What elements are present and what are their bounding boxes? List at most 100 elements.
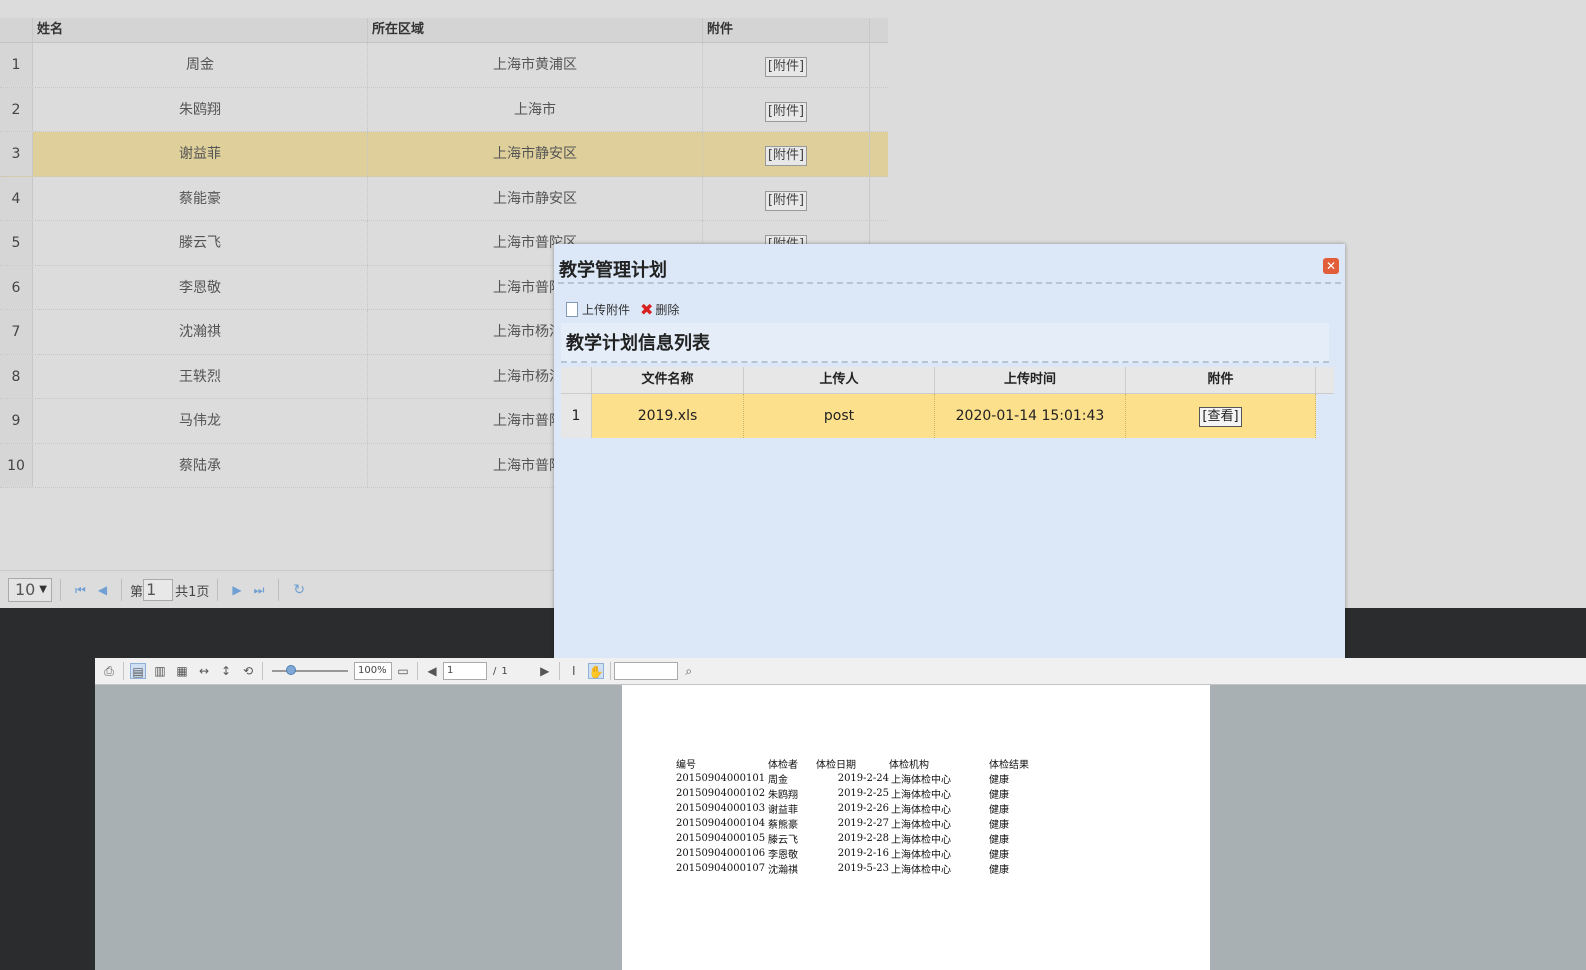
plan-header-time[interactable]: 上传时间 <box>935 367 1126 393</box>
pdf-cell-result: 健康 <box>989 775 1009 786</box>
pdf-cell-person: 朱鸥翔 <box>768 790 798 801</box>
row-number: 7 <box>0 310 33 354</box>
view-attachment-button[interactable]: [查看] <box>1199 407 1242 427</box>
divider <box>278 579 280 601</box>
page-separator: / <box>493 665 497 677</box>
table-row[interactable]: 1 2019.xls post 2020-01-14 15:01:43 [查看] <box>561 394 1334 438</box>
name-cell: 周金 <box>33 43 368 87</box>
pdf-cell-id: 20150904000105 <box>676 833 766 844</box>
page-size-select[interactable]: 10 ▼ <box>8 578 52 602</box>
divider <box>123 662 124 680</box>
pdf-toolbar: ⎙ ▤ ▥ ▦ ↔ ↕ ⟲ 100% ▭ ◀ 1 / 1 ▶ I ✋ ⌕ <box>95 658 1586 685</box>
zoom-slider[interactable] <box>272 665 348 675</box>
attachment-cell: [附件] <box>703 87 870 131</box>
name-cell: 谢益菲 <box>33 132 368 176</box>
page-number-input[interactable]: 1 <box>143 579 174 601</box>
search-icon[interactable]: ⌕ <box>681 663 697 679</box>
prev-page-icon[interactable]: ◀ <box>98 583 107 597</box>
pdf-cell-date: 2019-5-23 <box>837 863 889 874</box>
page-total: 1 <box>501 665 508 677</box>
plan-header-attachment[interactable]: 附件 <box>1126 367 1316 393</box>
fit-height-icon[interactable]: ↕ <box>218 663 234 679</box>
row-number: 6 <box>0 265 33 309</box>
attachment-button[interactable]: [附件] <box>764 146 808 166</box>
attachment-button[interactable]: [附件] <box>764 101 808 122</box>
pdf-table-header: 编号 体检者 体检日期 体检机构 体检结果 <box>676 756 1029 771</box>
pdf-cell-date: 2019-2-25 <box>837 788 889 799</box>
next-page-icon[interactable]: ▶ <box>537 663 553 679</box>
dialog-titlebar[interactable]: 教学管理计划 ✕ <box>558 244 1341 284</box>
table-row[interactable]: 3 谢益菲 上海市静安区 [附件] <box>0 132 888 177</box>
refresh-icon[interactable]: ↻ <box>293 582 305 598</box>
zoom-slider-handle[interactable] <box>286 665 296 675</box>
grid-header: 姓名 所在区域 附件 <box>0 18 888 43</box>
pdf-cell-person: 周金 <box>768 775 788 786</box>
table-row[interactable]: 1 周金 上海市黄浦区 [附件] <box>0 43 888 88</box>
plan-header-uploader[interactable]: 上传人 <box>744 367 935 393</box>
table-row[interactable]: 4 蔡能豪 上海市静安区 [附件] <box>0 176 888 221</box>
pdf-search-input[interactable] <box>613 662 678 680</box>
pdf-cell-institution: 上海体检中心 <box>891 775 951 786</box>
grid-header-region[interactable]: 所在区域 <box>368 18 703 42</box>
close-icon[interactable]: ✕ <box>1323 258 1339 274</box>
rotate-page-icon[interactable]: ⟲ <box>240 663 256 679</box>
prev-page-icon[interactable]: ◀ <box>424 663 440 679</box>
pdf-cell-result: 健康 <box>989 790 1009 801</box>
pdf-cell-person: 蔡熊豪 <box>768 820 798 831</box>
plan-dialog: 教学管理计划 ✕ 上传附件 ✖ 删除 教学计划信息列表 文件名称 上传人 上传时… <box>554 244 1345 664</box>
pdf-cell-result: 健康 <box>989 835 1009 846</box>
pdf-cell-person: 沈瀚祺 <box>768 865 798 876</box>
fit-width-icon[interactable]: ↔ <box>196 663 212 679</box>
last-page-icon[interactable]: ⏭ <box>254 583 265 598</box>
pdf-report-table: 编号 体检者 体检日期 体检机构 体检结果 20150904000101 周金 20… <box>676 756 1029 876</box>
row-number: 10 <box>0 443 33 487</box>
hand-tool-icon[interactable]: ✋ <box>587 663 604 679</box>
pdf-cell-person: 谢益菲 <box>768 805 798 816</box>
plan-list-panel: 教学计划信息列表 文件名称 上传人 上传时间 附件 1 2019.xls pos… <box>561 323 1335 633</box>
zoom-input[interactable]: 100% <box>354 662 392 680</box>
divider <box>121 579 123 601</box>
panel-title: 教学计划信息列表 <box>561 323 1329 363</box>
delete-label: 删除 <box>655 303 680 317</box>
region-cell: 上海市静安区 <box>368 176 703 220</box>
grid-header-attachment[interactable]: 附件 <box>703 18 870 42</box>
plan-header-rownum <box>561 367 592 393</box>
pdf-document-area[interactable]: 编号 体检者 体检日期 体检机构 体检结果 20150904000101 周金 20… <box>95 685 1586 970</box>
attachment-cell: [附件] <box>703 43 870 87</box>
next-page-icon[interactable]: ▶ <box>232 583 241 597</box>
name-cell: 马伟龙 <box>33 399 368 443</box>
plan-header-file[interactable]: 文件名称 <box>592 367 744 393</box>
first-page-icon[interactable]: ⏮ <box>75 583 86 598</box>
attachment-button[interactable]: [附件] <box>764 190 808 211</box>
pdf-cell-date: 2019-2-16 <box>837 848 889 859</box>
pdf-cell-id: 20150904000106 <box>676 848 766 859</box>
pdf-page-input[interactable]: 1 <box>443 662 487 680</box>
pdf-cell-date: 2019-2-26 <box>837 803 889 814</box>
pdf-cell-result: 健康 <box>989 865 1009 876</box>
row-number: 9 <box>0 399 33 443</box>
table-row[interactable]: 2 朱鸥翔 上海市 [附件] <box>0 87 888 132</box>
upload-attachment-button[interactable]: 上传附件 <box>566 301 630 318</box>
pdf-cell-id: 20150904000102 <box>676 788 766 799</box>
plan-row-number: 1 <box>561 394 592 438</box>
divider <box>217 579 219 601</box>
name-cell: 蔡能豪 <box>33 176 368 220</box>
region-cell: 上海市黄浦区 <box>368 43 703 87</box>
pdf-table-row: 20150904000107 沈瀚祺 2019-5-23 上海体检中心 健康 <box>676 861 1029 876</box>
divider <box>558 662 560 680</box>
grid-header-name[interactable]: 姓名 <box>33 18 368 42</box>
text-select-icon[interactable]: I <box>566 663 582 679</box>
pdf-cell-result: 健康 <box>989 820 1009 831</box>
name-cell: 沈瀚祺 <box>33 310 368 354</box>
print-icon[interactable]: ⎙ <box>101 663 117 679</box>
thumbnail-grid-icon[interactable]: ▦ <box>174 663 190 679</box>
two-page-view-icon[interactable]: ▥ <box>152 663 168 679</box>
fullscreen-monitor-icon[interactable]: ▭ <box>395 663 411 679</box>
page-total-label: 共1页 <box>175 584 210 600</box>
page-size-value: 10 <box>15 580 36 599</box>
name-cell: 李恩敬 <box>33 265 368 309</box>
single-page-view-icon[interactable]: ▤ <box>130 663 146 679</box>
pdf-page: 编号 体检者 体检日期 体检机构 体检结果 20150904000101 周金 20… <box>622 685 1210 970</box>
attachment-button[interactable]: [附件] <box>764 57 808 77</box>
delete-button[interactable]: ✖ 删除 <box>640 300 679 319</box>
